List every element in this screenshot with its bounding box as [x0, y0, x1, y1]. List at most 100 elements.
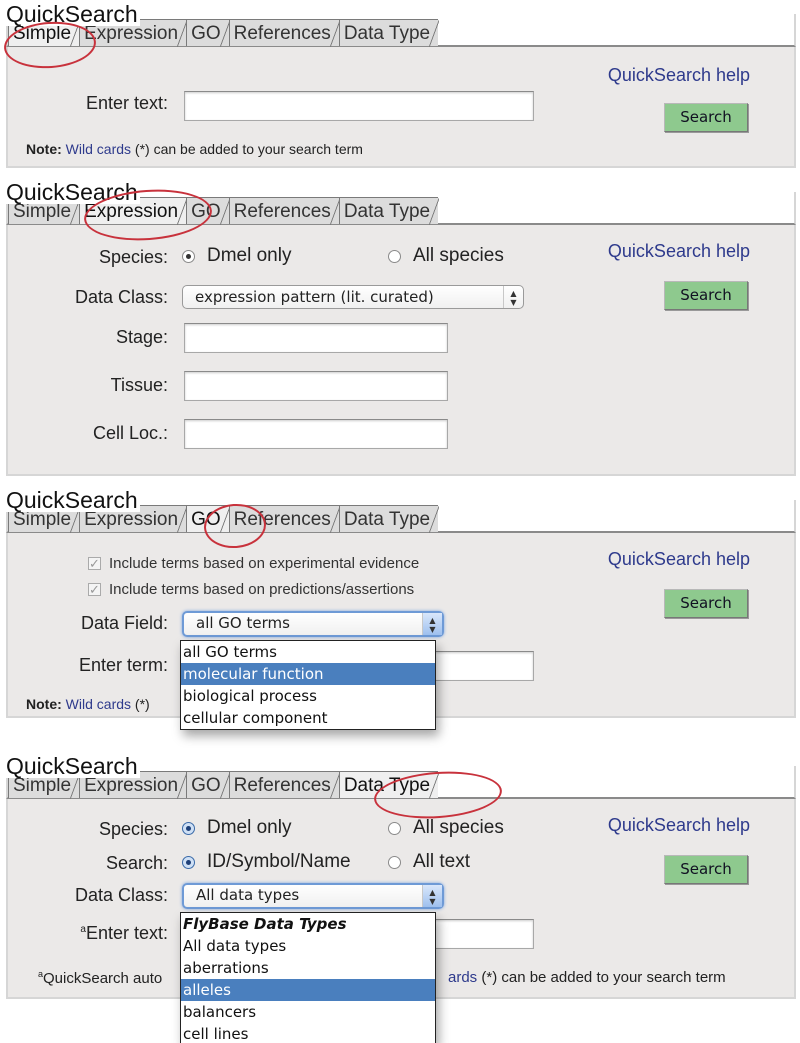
- wild-cards-link[interactable]: Wild cards: [66, 141, 131, 157]
- dropdown-option[interactable]: balancers: [181, 1001, 435, 1023]
- enter-term-label: Enter term:: [78, 655, 168, 675]
- search-radio-all-text[interactable]: All text: [388, 851, 470, 873]
- checkbox-checked-icon: ✓: [88, 556, 101, 571]
- panel-body: QuickSearch help Search Enter text: Note…: [6, 47, 796, 168]
- note-label: Note:: [26, 141, 62, 157]
- checkbox-label: Include terms based on experimental evid…: [109, 555, 420, 572]
- experimental-evidence-checkbox[interactable]: ✓ Include terms based on experimental ev…: [88, 555, 419, 572]
- search-button[interactable]: Search: [664, 589, 748, 618]
- panel-title: QuickSearch: [6, 753, 140, 779]
- quicksearch-help-link[interactable]: QuickSearch help: [608, 549, 750, 570]
- radio-selected-icon: [182, 855, 195, 869]
- dropdown-group-header: FlyBase Data Types: [183, 915, 347, 933]
- dropdown-option-highlighted[interactable]: alleles: [181, 979, 435, 1001]
- tab-go[interactable]: GO: [186, 19, 230, 47]
- species-radio-all[interactable]: All species: [388, 817, 504, 839]
- search-button[interactable]: Search: [664, 103, 748, 132]
- tab-data-type[interactable]: Data Type: [338, 771, 440, 799]
- tab-go[interactable]: GO: [186, 505, 230, 533]
- note-text: (*): [134, 696, 150, 712]
- panel-title: QuickSearch: [6, 1, 140, 27]
- data-field-label: Data Field:: [80, 613, 168, 633]
- data-class-select[interactable]: expression pattern (lit. curated) ▲ ▼: [182, 285, 524, 309]
- panel-title: QuickSearch: [6, 487, 140, 513]
- quicksearch-datatype-panel: QuickSearch Simple Expression GO Referen…: [0, 754, 800, 1043]
- enter-text-input[interactable]: [184, 91, 534, 121]
- species-radio-dmel[interactable]: Dmel only: [182, 245, 291, 267]
- quicksearch-expression-panel: QuickSearch Simple Expression GO Referen…: [0, 180, 800, 480]
- radio-label: All species: [413, 817, 504, 838]
- tab-data-type[interactable]: Data Type: [338, 19, 440, 47]
- dropdown-option-highlighted[interactable]: molecular function: [181, 663, 435, 685]
- cell-loc-input[interactable]: [184, 419, 448, 449]
- predictions-checkbox[interactable]: ✓ Include terms based on predictions/ass…: [88, 581, 414, 598]
- radio-unselected-icon: [388, 821, 401, 835]
- search-mode-label: Search:: [105, 853, 168, 873]
- radio-label: Dmel only: [207, 245, 292, 266]
- quicksearch-help-link[interactable]: QuickSearch help: [608, 65, 750, 86]
- select-value: expression pattern (lit. curated): [195, 288, 434, 306]
- quicksearch-simple-panel: QuickSearch Simple Expression GO Referen…: [0, 2, 800, 170]
- radio-unselected-icon: [388, 855, 401, 869]
- select-value: All data types: [196, 886, 300, 904]
- panel-title: QuickSearch: [6, 179, 140, 205]
- quicksearch-help-link[interactable]: QuickSearch help: [608, 815, 750, 836]
- enter-text-label: Enter text:: [85, 93, 168, 113]
- radio-label: Dmel only: [207, 817, 292, 838]
- radio-unselected-icon: [388, 249, 401, 263]
- search-radio-id-symbol-name[interactable]: ID/Symbol/Name: [182, 851, 351, 873]
- species-label: Species:: [98, 819, 168, 839]
- tab-go[interactable]: GO: [186, 771, 230, 799]
- stage-label: Stage:: [115, 327, 168, 347]
- note-text: (*) can be added to your search term: [134, 141, 363, 157]
- cell-loc-label: Cell Loc.:: [92, 423, 168, 443]
- tissue-label: Tissue:: [110, 375, 168, 395]
- panel-body: QuickSearch help Search Species: Dmel on…: [6, 225, 796, 476]
- data-field-select[interactable]: all GO terms ▲ ▼: [182, 611, 444, 637]
- wild-cards-link[interactable]: Wild cards: [66, 696, 131, 712]
- enter-text-label: aEnter text:: [48, 923, 168, 944]
- species-radio-all[interactable]: All species: [388, 245, 504, 267]
- checkbox-label: Include terms based on predictions/asser…: [109, 581, 415, 598]
- checkbox-checked-icon: ✓: [88, 582, 101, 597]
- select-arrows-icon: ▲ ▼: [422, 613, 442, 635]
- tab-go[interactable]: GO: [186, 197, 230, 225]
- dropdown-option[interactable]: all GO terms: [181, 641, 435, 663]
- tab-data-type[interactable]: Data Type: [338, 197, 440, 225]
- dropdown-option[interactable]: cell lines: [181, 1023, 435, 1043]
- wildcard-note: Note: Wild cards (*): [26, 696, 150, 712]
- wild-cards-link[interactable]: ards: [448, 969, 477, 986]
- data-class-label: Data Class:: [74, 287, 168, 307]
- search-button[interactable]: Search: [664, 281, 748, 310]
- select-arrows-icon: ▲ ▼: [422, 885, 442, 907]
- radio-label: All species: [413, 245, 504, 266]
- data-class-label: Data Class:: [74, 885, 168, 905]
- search-button[interactable]: Search: [664, 855, 748, 884]
- dropdown-option[interactable]: aberrations: [181, 957, 435, 979]
- dropdown-option[interactable]: All data types: [181, 935, 435, 957]
- radio-label: All text: [413, 851, 471, 872]
- tab-references[interactable]: References: [228, 19, 340, 47]
- tissue-input[interactable]: [184, 371, 448, 401]
- tab-data-type[interactable]: Data Type: [338, 505, 440, 533]
- select-value: all GO terms: [196, 614, 290, 632]
- tab-references[interactable]: References: [228, 197, 340, 225]
- quicksearch-help-link[interactable]: QuickSearch help: [608, 241, 750, 262]
- species-radio-dmel[interactable]: Dmel only: [182, 817, 291, 839]
- tab-references[interactable]: References: [228, 771, 340, 799]
- tab-references[interactable]: References: [228, 505, 340, 533]
- data-class-dropdown: FlyBase Data Types All data types aberra…: [180, 912, 436, 1043]
- wildcard-note: Note: Wild cards (*) can be added to you…: [26, 141, 363, 157]
- radio-selected-icon: [182, 249, 195, 263]
- quicksearch-go-panel: QuickSearch Simple Expression GO Referen…: [0, 488, 800, 738]
- data-field-dropdown: all GO terms molecular function biologic…: [180, 640, 436, 730]
- radio-label: ID/Symbol/Name: [207, 851, 351, 872]
- dropdown-option[interactable]: cellular component: [181, 707, 435, 729]
- stage-input[interactable]: [184, 323, 448, 353]
- footnote-text: QuickSearch auto: [43, 970, 163, 987]
- dropdown-option[interactable]: biological process: [181, 685, 435, 707]
- data-class-select[interactable]: All data types ▲ ▼: [182, 883, 444, 909]
- label-text: Enter text:: [85, 923, 168, 943]
- note-text: (*) can be added to your search term: [481, 969, 726, 986]
- wildcard-note-tail: ards (*) can be added to your search ter…: [448, 969, 726, 986]
